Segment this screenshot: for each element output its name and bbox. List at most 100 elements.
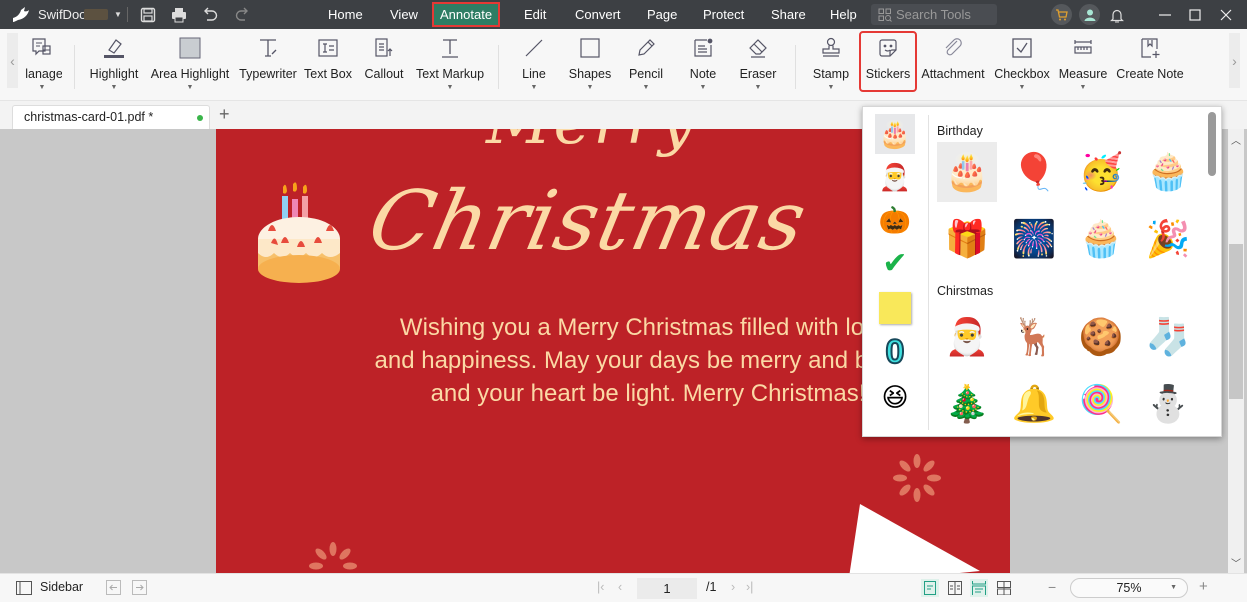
sticker-snowman[interactable]: ⛄ <box>1138 374 1198 434</box>
two-page-view-icon[interactable] <box>946 579 964 597</box>
cart-icon[interactable] <box>1051 4 1072 25</box>
vertical-scrollbar[interactable]: ︿ ﹀ <box>1228 129 1244 573</box>
measure-icon <box>1070 35 1096 61</box>
scroll-up-icon[interactable]: ︿ <box>1231 132 1241 147</box>
sticker-category-emoji[interactable]: 😆 <box>875 377 915 417</box>
redo-icon[interactable] <box>232 5 252 25</box>
sticker-candy-cane[interactable]: 🍭 <box>1071 374 1131 434</box>
tool-create-note[interactable]: Create Note <box>1116 35 1184 97</box>
sticker-santa[interactable]: 🎅 <box>937 307 997 367</box>
tool-area-highlight[interactable]: Area Highlight ▼ <box>150 35 230 97</box>
add-tab-button[interactable]: + <box>219 104 230 125</box>
tool-stickers[interactable]: Stickers <box>859 31 917 92</box>
menu-edit[interactable]: Edit <box>518 4 552 25</box>
next-page-icon[interactable]: › <box>731 580 735 594</box>
sticker-category-birthday[interactable]: 🎂 <box>875 114 915 154</box>
save-icon[interactable] <box>138 5 158 25</box>
menu-annotate[interactable]: Annotate <box>431 2 501 27</box>
sticker-gift-box[interactable]: 🎁 <box>937 209 997 269</box>
undo-icon[interactable] <box>200 5 220 25</box>
sticker-birthday-cake[interactable]: 🎂 <box>937 142 997 202</box>
continuous-view-icon[interactable] <box>970 579 988 597</box>
tool-checkbox[interactable]: Checkbox ▼ <box>994 35 1050 97</box>
decoration-burst-icon <box>893 454 941 502</box>
tool-typewriter[interactable]: Typewriter <box>239 35 297 97</box>
scroll-down-icon[interactable]: ﹀ <box>1231 555 1241 570</box>
sidebar-label[interactable]: Sidebar <box>40 580 83 594</box>
tool-label: Stamp <box>812 67 850 81</box>
minimize-icon[interactable] <box>1154 4 1176 26</box>
sticker-party-popper[interactable]: 🎉 <box>1138 209 1198 269</box>
zoom-in-button[interactable]: + <box>1199 578 1208 595</box>
sticker-happy-birthday[interactable]: 🧁 <box>1138 142 1198 202</box>
menu-protect[interactable]: Protect <box>697 4 750 25</box>
sticker-category-sticky-note[interactable] <box>875 288 915 328</box>
create-note-icon <box>1137 35 1163 61</box>
menu-page[interactable]: Page <box>641 4 683 25</box>
prev-page-icon[interactable]: ‹ <box>618 580 622 594</box>
maximize-icon[interactable] <box>1184 4 1206 26</box>
tool-note[interactable]: Note ▼ <box>686 35 720 97</box>
ribbon-scroll-left[interactable]: ‹ <box>7 33 18 88</box>
tool-manage[interactable]: lanage ▼ <box>22 35 62 97</box>
zoom-level-select[interactable]: 75% ▼ <box>1070 578 1188 598</box>
bell-icon[interactable] <box>1107 5 1127 25</box>
app-menu-dropdown[interactable]: ▼ <box>114 10 122 19</box>
sticker-category-checkmark[interactable]: ✔ <box>875 243 915 283</box>
sticker-cupcake[interactable]: 🧁 <box>1071 209 1131 269</box>
tool-shapes[interactable]: Shapes ▼ <box>568 35 612 97</box>
back-icon[interactable] <box>106 580 121 598</box>
tool-text-markup[interactable]: Text Markup ▼ <box>416 35 484 97</box>
first-page-icon[interactable]: |‹ <box>597 580 604 594</box>
menu-help[interactable]: Help <box>824 4 863 25</box>
card-title-christmas: Christmas <box>360 174 815 269</box>
tool-stamp[interactable]: Stamp ▼ <box>811 35 851 97</box>
tool-attachment[interactable]: Attachment <box>920 35 986 97</box>
page-number-input[interactable]: 1 <box>637 578 697 599</box>
sticker-category-halloween[interactable]: 🎃 <box>875 200 915 240</box>
tool-label: Callout <box>364 67 404 81</box>
sticker-category-christmas[interactable]: 🎅 <box>875 157 915 197</box>
menu-view[interactable]: View <box>384 4 424 25</box>
tool-measure[interactable]: Measure ▼ <box>1059 35 1107 97</box>
document-tab[interactable]: christmas-card-01.pdf * <box>12 105 210 130</box>
sticker-category-numbers[interactable]: 0 <box>875 332 915 372</box>
search-tools-input[interactable]: Search Tools <box>871 4 997 25</box>
status-bar: Sidebar |‹ ‹ 1 /1 › ›| − 75% ▼ + <box>0 573 1247 602</box>
tool-callout[interactable]: Callout <box>362 35 406 97</box>
forward-icon[interactable] <box>132 580 147 598</box>
sticker-christmas-tree[interactable]: 🎄 <box>937 374 997 434</box>
tool-highlight[interactable]: Highlight ▼ <box>87 35 141 97</box>
sticker-balloons[interactable]: 🎈 <box>1004 142 1064 202</box>
print-icon[interactable] <box>169 5 189 25</box>
typewriter-icon <box>255 35 281 61</box>
sticker-fireworks[interactable]: 🎆 <box>1004 209 1064 269</box>
line-icon <box>521 35 547 61</box>
tool-eraser[interactable]: Eraser ▼ <box>738 35 778 97</box>
scrollbar-thumb[interactable] <box>1229 244 1243 399</box>
note-icon <box>690 35 716 61</box>
stickers-panel-scrollbar[interactable] <box>1208 112 1216 176</box>
tool-text-box[interactable]: Text Box <box>304 35 352 97</box>
last-page-icon[interactable]: ›| <box>746 580 753 594</box>
single-page-view-icon[interactable] <box>921 579 939 597</box>
sticker-gingerbread-man[interactable]: 🍪 <box>1071 307 1131 367</box>
sticker-stocking[interactable]: 🧦 <box>1138 307 1198 367</box>
christmas-tree-icon: 🎄 <box>944 383 990 424</box>
sidebar-toggle-icon[interactable] <box>16 581 32 598</box>
account-icon[interactable] <box>1079 4 1100 25</box>
sticker-bell[interactable]: 🔔 <box>1004 374 1064 434</box>
tool-pencil[interactable]: Pencil ▼ <box>626 35 666 97</box>
menu-share[interactable]: Share <box>765 4 812 25</box>
ribbon-scroll-right[interactable]: › <box>1229 33 1240 88</box>
menu-home[interactable]: Home <box>322 4 369 25</box>
sticker-party-hat[interactable]: 🥳 <box>1071 142 1131 202</box>
birthday-cake-sticker[interactable] <box>256 181 346 286</box>
tool-line[interactable]: Line ▼ <box>517 35 551 97</box>
two-page-continuous-view-icon[interactable] <box>995 579 1013 597</box>
menu-convert[interactable]: Convert <box>569 4 627 25</box>
close-icon[interactable] <box>1215 4 1237 26</box>
zoom-out-button[interactable]: − <box>1048 579 1056 595</box>
sticker-reindeer[interactable]: 🦌 <box>1004 307 1064 367</box>
section-title-birthday: Birthday <box>937 124 983 138</box>
